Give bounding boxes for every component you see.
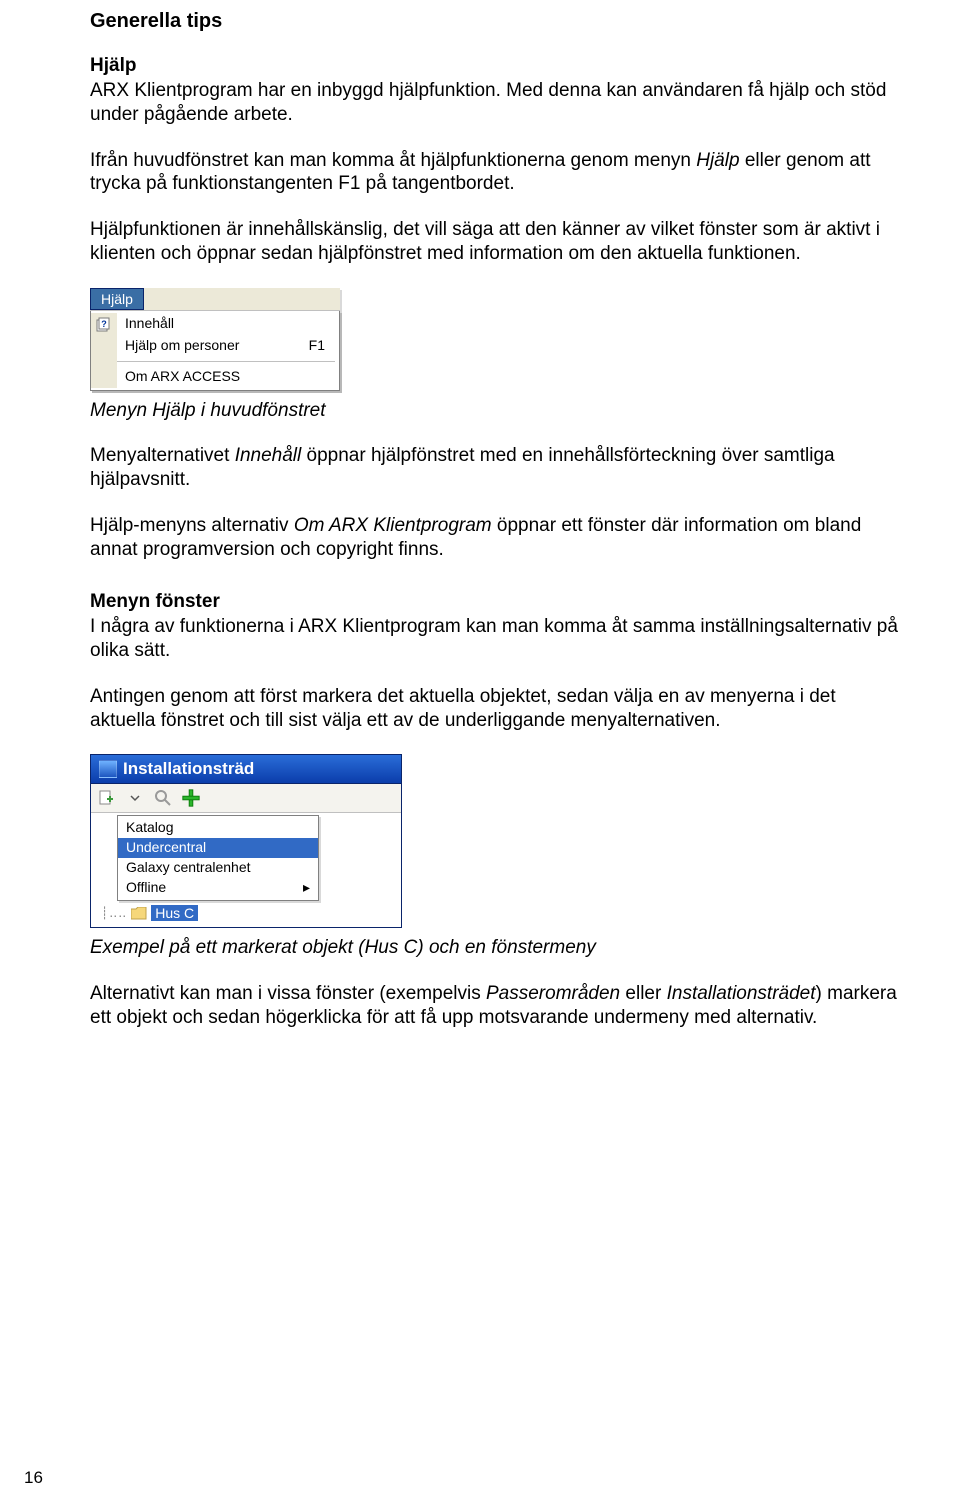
menu-item-innehall[interactable]: ? Innehåll [91,313,339,335]
tree-node-selected[interactable]: ┊‥‥ Hus C [93,903,399,921]
add-icon[interactable] [181,788,201,808]
emphasis: Om ARX Klientprogram [294,515,492,536]
menu-item-label: Innehåll [117,313,325,335]
help-menu-caption: Menyn Hjälp i huvudfönstret [90,399,905,423]
blank-icon [91,335,117,357]
window-menu-paragraph-1: I några av funktionerna i ARX Klientprog… [90,615,905,663]
menu-dropdown: ? Innehåll Hjälp om personer F1 Om ARX A… [90,311,340,391]
help-heading: Hjälp [90,55,905,77]
new-item-button[interactable] [97,788,117,808]
help-paragraph-4: Menyalternativet Innehåll öppnar hjälpfö… [90,444,905,492]
search-icon[interactable] [153,788,173,808]
help-paragraph-3: Hjälpfunktionen är innehållskänslig, det… [90,218,905,266]
menu-hjalp[interactable]: Hjälp [90,288,144,310]
section-heading: Generella tips [90,10,905,33]
menu-item-hjalp-personer[interactable]: Hjälp om personer F1 [91,335,339,357]
help-paragraph-1: ARX Klientprogram har en inbyggd hjälpfu… [90,79,905,127]
menu-item-shortcut: F1 [309,335,339,357]
help-paragraph-2: Ifrån huvudfönstret kan man komma åt hjä… [90,149,905,197]
tree-node-label: Hus C [151,905,198,921]
menu-separator [91,357,339,366]
context-item-offline[interactable]: Offline ▸ [118,878,318,898]
text: eller [620,983,666,1004]
tree-connector-icon: ┊‥‥ [101,906,127,920]
menu-item-label: Undercentral [118,838,318,858]
emphasis: Innehåll [235,445,302,466]
emphasis: Hjälp [696,150,739,171]
text: Menyalternativet [90,445,235,466]
text: Ifrån huvudfönstret kan man komma åt hjä… [90,150,696,171]
text: Hjälp-menyns alternativ [90,515,294,536]
help-paragraph-5: Hjälp-menyns alternativ Om ARX Klientpro… [90,514,905,562]
chevron-down-icon[interactable] [125,788,145,808]
emphasis: Installationsträdet [667,983,816,1004]
window-icon [99,760,117,778]
menu-item-label: Hjälp om personer [117,335,309,357]
window-menu-paragraph-3: Alternativt kan man i vissa fönster (exe… [90,982,905,1030]
window-title: Installationsträd [123,759,254,779]
installation-tree-caption: Exempel på ett markerat objekt (Hus C) o… [90,936,905,960]
help-icon: ? [91,313,117,335]
window-toolbar [91,784,401,813]
window-titlebar: Installationsträd [91,755,401,784]
menu-item-label: Om ARX ACCESS [117,366,339,388]
menu-item-label: Galaxy centralenhet [118,858,318,878]
window-menu-paragraph-2: Antingen genom att först markera det akt… [90,685,905,733]
folder-icon [131,907,147,920]
emphasis: Passerområden [486,983,620,1004]
submenu-arrow-icon: ▸ [303,878,318,898]
menu-item-label: Katalog [118,818,318,838]
help-menu-screenshot: Hjälp ? Innehåll Hjälp om personer F1 [90,288,340,391]
menu-item-label: Offline [118,878,303,898]
context-item-undercentral[interactable]: Undercentral [118,838,318,858]
text: Alternativt kan man i vissa fönster (exe… [90,983,486,1004]
menubar: Hjälp [90,288,340,311]
svg-text:?: ? [101,319,107,329]
context-item-katalog[interactable]: Katalog [118,818,318,838]
page-number: 16 [24,1468,43,1488]
blank-icon [91,366,117,388]
window-menu-heading: Menyn fönster [90,591,905,613]
context-item-galaxy[interactable]: Galaxy centralenhet [118,858,318,878]
context-menu: Katalog Undercentral Galaxy centralenhet… [117,815,319,901]
menu-item-about[interactable]: Om ARX ACCESS [91,366,339,388]
installation-tree-screenshot: Installationsträd [90,754,402,928]
menu-item-shortcut [325,313,339,335]
window-body: Katalog Undercentral Galaxy centralenhet… [91,813,401,927]
